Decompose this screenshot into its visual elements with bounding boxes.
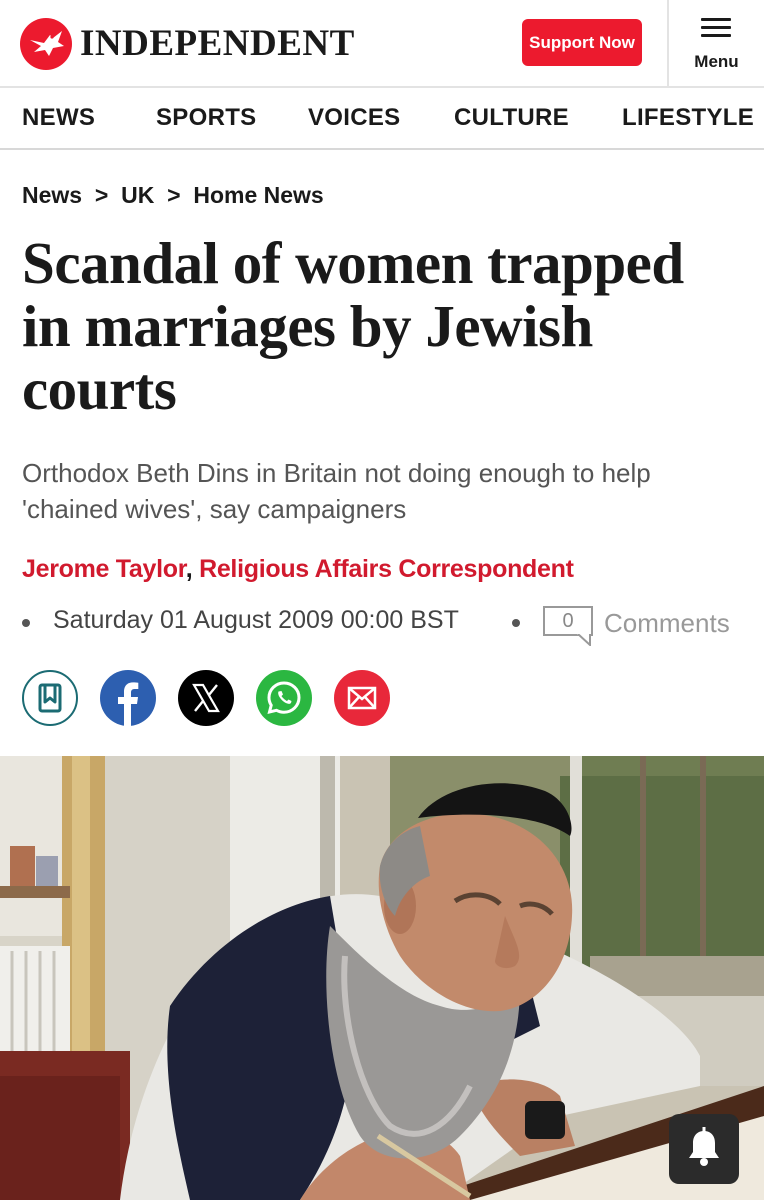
nav-item-culture[interactable]: CULTURE [454, 104, 569, 132]
hamburger-icon [701, 18, 731, 38]
article-hero-image [0, 756, 764, 1200]
email-share-button[interactable] [334, 670, 390, 726]
brand-wordmark[interactable]: INDEPENDENT [80, 22, 355, 66]
breadcrumb-home-news[interactable]: Home News [193, 182, 323, 208]
publish-date: Saturday 01 August 2009 00:00 BST [53, 606, 459, 634]
menu-button[interactable]: Menu [669, 0, 764, 86]
article-headline: Scandal of women trapped in marriages by… [22, 230, 684, 422]
article-standfirst: Orthodox Beth Dins in Britain not doing … [22, 458, 651, 524]
bullet-dot [22, 619, 30, 627]
comments-link[interactable]: Comments [604, 608, 730, 639]
eagle-logo-icon[interactable] [20, 18, 72, 70]
whatsapp-icon [267, 681, 301, 715]
nav-item-news[interactable]: NEWS [22, 104, 95, 132]
comment-bubble-tail-icon [577, 634, 591, 646]
notifications-button[interactable] [669, 1114, 739, 1184]
bookmark-button[interactable] [22, 670, 78, 726]
breadcrumb-separator: > [160, 182, 187, 208]
site-header: INDEPENDENT Support Now Menu [0, 0, 764, 88]
nav-item-sports[interactable]: SPORTS [156, 104, 256, 132]
author-name[interactable]: Jerome Taylor [22, 555, 186, 583]
nav-item-lifestyle[interactable]: LIFESTYLE [622, 104, 754, 132]
byline-comma: , [185, 555, 200, 583]
x-share-button[interactable] [178, 670, 234, 726]
breadcrumb-uk[interactable]: UK [121, 182, 154, 208]
bookmark-icon [38, 683, 62, 713]
article-meta: Saturday 01 August 2009 00:00 BST 0 Comm… [22, 602, 752, 646]
breadcrumb: News > UK > Home News [22, 182, 324, 209]
section-nav: NEWS SPORTS VOICES CULTURE LIFESTYLE [0, 88, 764, 150]
bell-icon [689, 1127, 719, 1166]
menu-label: Menu [694, 52, 739, 71]
x-icon [192, 683, 220, 713]
facebook-icon [118, 682, 139, 726]
bullet-dot [512, 619, 520, 627]
email-icon [347, 686, 377, 710]
byline: Jerome Taylor, Religious Affairs Corresp… [22, 555, 574, 584]
whatsapp-share-button[interactable] [256, 670, 312, 726]
facebook-share-button[interactable] [100, 670, 156, 726]
breadcrumb-news[interactable]: News [22, 182, 82, 208]
comment-count-badge[interactable]: 0 [543, 606, 593, 636]
author-role[interactable]: Religious Affairs Correspondent [199, 555, 574, 583]
support-now-button[interactable]: Support Now [522, 19, 642, 66]
breadcrumb-separator: > [88, 182, 115, 208]
nav-item-voices[interactable]: VOICES [308, 104, 401, 132]
